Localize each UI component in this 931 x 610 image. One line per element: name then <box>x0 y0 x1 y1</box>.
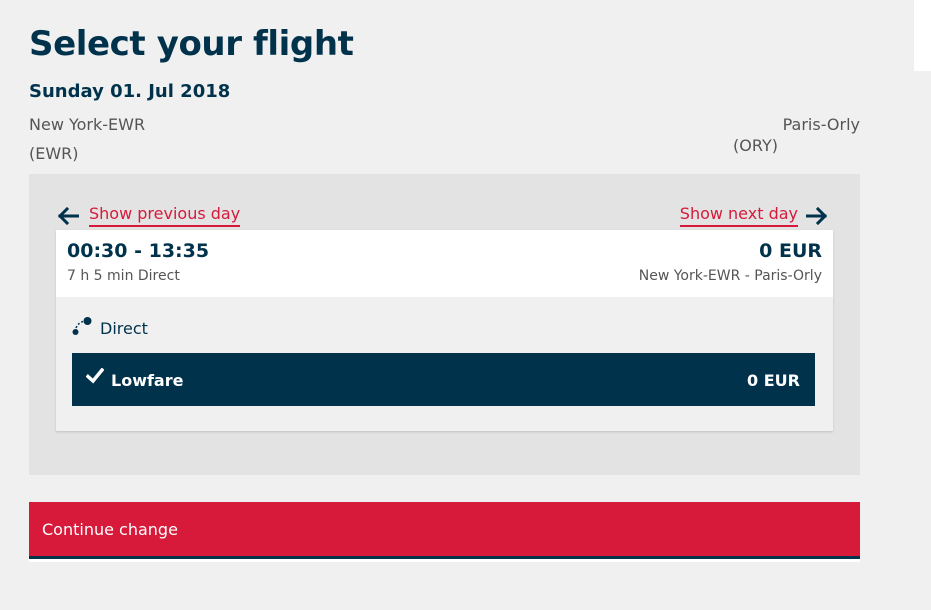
next-day-label: Show next day <box>679 204 798 227</box>
origin-code: (EWR) <box>29 144 79 163</box>
checkmark-icon <box>85 367 105 388</box>
fare-option-lowfare[interactable]: Lowfare 0 EUR <box>72 353 815 406</box>
destination-city: Paris-Orly <box>782 115 860 134</box>
flight-summary[interactable]: 00:30 - 13:35 7 h 5 min Direct 0 EUR New… <box>56 230 833 297</box>
flight-price: 0 EUR <box>759 240 822 262</box>
destination-code: (ORY) <box>733 136 778 155</box>
origin-city: New York-EWR <box>29 115 146 134</box>
fare-name: Lowfare <box>111 371 184 390</box>
flight-selection-panel: Show previous day Show next day 00:30 - … <box>29 174 860 475</box>
direct-route-icon <box>72 316 92 340</box>
show-next-day-link[interactable]: Show next day <box>679 204 828 227</box>
fare-price: 0 EUR <box>747 371 800 390</box>
continue-change-button[interactable]: Continue change <box>29 502 860 559</box>
flight-route: New York-EWR - Paris-Orly <box>638 268 822 284</box>
stops-info: Direct <box>72 316 148 340</box>
flight-duration: 7 h 5 min Direct <box>67 268 180 284</box>
show-previous-day-link[interactable]: Show previous day <box>57 204 241 227</box>
flight-date: Sunday 01. Jul 2018 <box>29 81 231 102</box>
flight-card[interactable]: 00:30 - 13:35 7 h 5 min Direct 0 EUR New… <box>56 230 833 431</box>
previous-day-label: Show previous day <box>89 204 241 227</box>
page-title: Select your flight <box>29 24 354 64</box>
stops-label: Direct <box>100 318 148 338</box>
top-right-white-block <box>914 0 931 71</box>
arrow-left-icon <box>57 206 79 225</box>
arrow-right-icon <box>806 206 828 225</box>
flight-times: 00:30 - 13:35 <box>67 240 210 262</box>
